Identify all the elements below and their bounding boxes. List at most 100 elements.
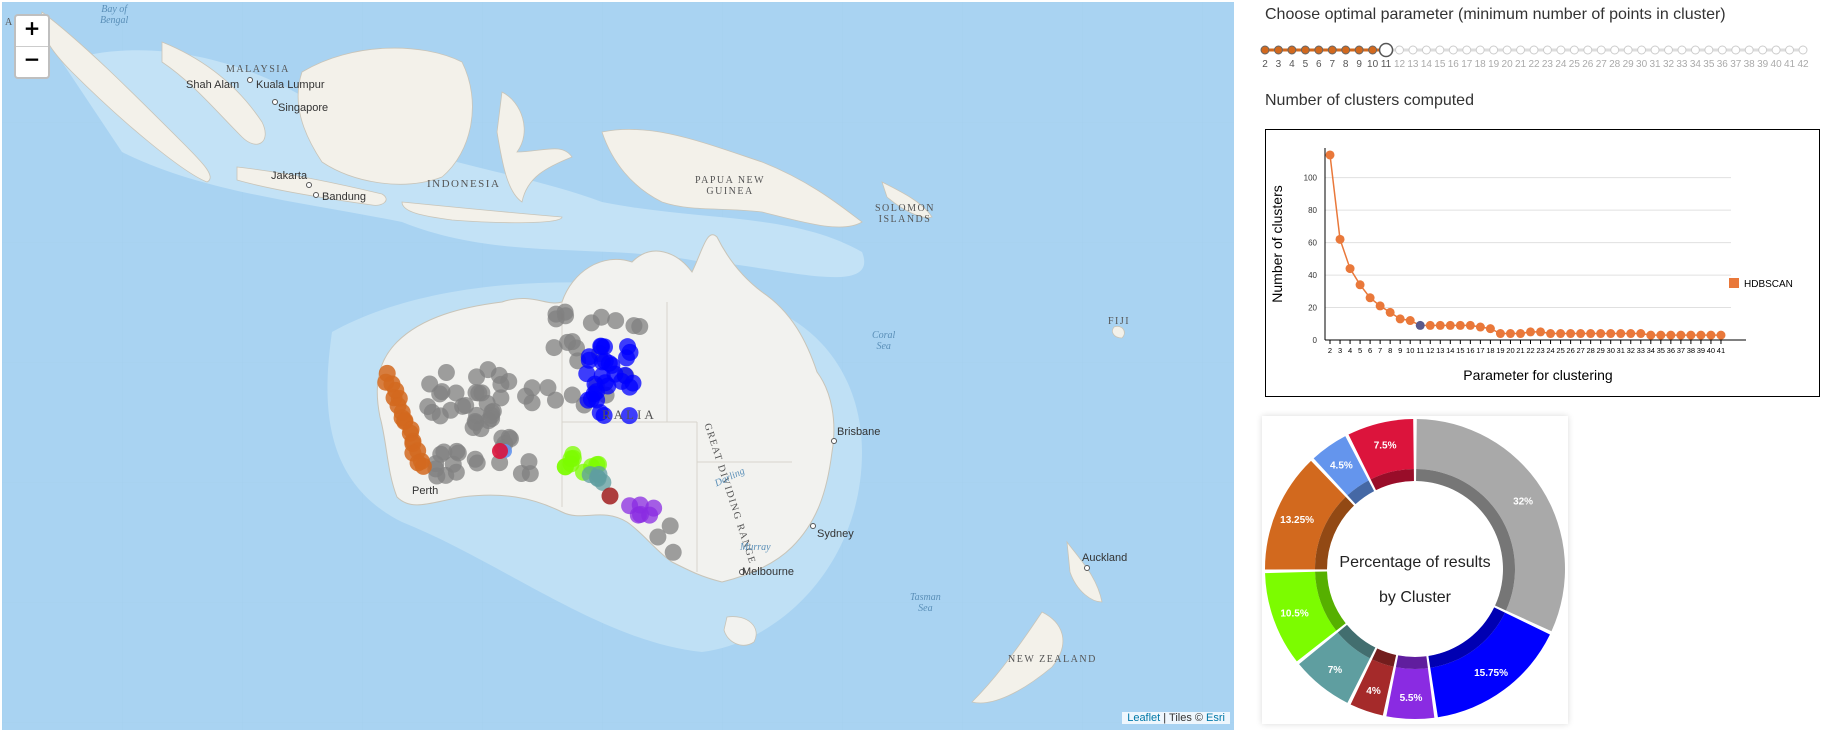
data-point[interactable] (1556, 329, 1566, 339)
data-point[interactable] (1646, 330, 1656, 340)
cluster-blue-point[interactable] (596, 338, 614, 356)
slider-tick[interactable] (1637, 45, 1647, 55)
noise-point[interactable] (483, 410, 501, 428)
data-point[interactable] (1345, 264, 1355, 274)
slider-tick[interactable] (1516, 45, 1526, 55)
slider-tick[interactable] (1462, 45, 1472, 55)
cluster-green-point[interactable] (564, 449, 582, 467)
slider-tick[interactable] (1408, 45, 1418, 55)
noise-point[interactable] (419, 398, 437, 416)
noise-point[interactable] (661, 517, 679, 535)
cluster-crimson-point[interactable] (492, 443, 508, 459)
slider-tick[interactable] (1448, 45, 1458, 55)
data-point[interactable] (1706, 330, 1716, 340)
noise-point[interactable] (468, 406, 486, 424)
slider-handle[interactable] (1378, 42, 1394, 58)
data-point[interactable] (1355, 280, 1365, 290)
slider-tick[interactable] (1300, 45, 1310, 55)
data-point[interactable] (1505, 329, 1515, 339)
noise-point[interactable] (442, 401, 460, 419)
data-point[interactable] (1656, 330, 1666, 340)
data-point[interactable] (1445, 320, 1455, 330)
data-point[interactable] (1475, 322, 1485, 332)
noise-point[interactable] (546, 391, 564, 409)
slider-tick[interactable] (1704, 45, 1714, 55)
data-point[interactable] (1395, 314, 1405, 324)
data-point[interactable] (1716, 330, 1726, 340)
data-point[interactable] (1405, 316, 1415, 326)
zoom-out-button[interactable]: − (16, 47, 48, 77)
slider-tick[interactable] (1327, 45, 1337, 55)
slider-tick[interactable] (1650, 45, 1660, 55)
cluster-blue-point[interactable] (619, 338, 637, 356)
slider-tick[interactable] (1798, 45, 1808, 55)
data-point[interactable] (1576, 329, 1586, 339)
noise-point[interactable] (520, 453, 538, 471)
data-point[interactable] (1365, 293, 1375, 303)
noise-point[interactable] (437, 364, 455, 382)
slider-tick[interactable] (1489, 45, 1499, 55)
parameter-slider[interactable]: 2 3 4 5 6 7 8 9 10 11 12 13 14 15 16 17 18 19 20 21 22 23 24 25… (1255, 38, 1827, 78)
noise-point[interactable] (547, 310, 565, 328)
zoom-in-button[interactable]: + (16, 16, 48, 47)
slider-tick[interactable] (1771, 45, 1781, 55)
data-point[interactable] (1616, 329, 1626, 339)
data-point[interactable] (1676, 330, 1686, 340)
map-view[interactable]: A Bay of Bengal MALAYSIA Shah Alam Kuala … (2, 2, 1234, 730)
slider-tick[interactable] (1785, 45, 1795, 55)
data-point[interactable] (1596, 329, 1606, 339)
cluster-teal-point[interactable] (590, 465, 608, 483)
noise-point[interactable] (432, 445, 450, 463)
slider-tick[interactable] (1368, 45, 1378, 55)
esri-link[interactable]: Esri (1206, 712, 1225, 724)
data-point[interactable] (1465, 320, 1475, 330)
data-point[interactable] (1606, 329, 1616, 339)
data-point[interactable] (1626, 329, 1636, 339)
slider-tick[interactable] (1744, 45, 1754, 55)
noise-point[interactable] (558, 333, 576, 351)
data-point[interactable] (1566, 329, 1576, 339)
slider-tick[interactable] (1475, 45, 1485, 55)
slider-tick[interactable] (1610, 45, 1620, 55)
slider-tick[interactable] (1260, 45, 1270, 55)
data-point[interactable] (1666, 330, 1676, 340)
slider-tick[interactable] (1435, 45, 1445, 55)
noise-point[interactable] (582, 314, 600, 332)
data-point[interactable] (1425, 320, 1435, 330)
noise-point[interactable] (625, 317, 643, 335)
noise-point[interactable] (479, 361, 497, 379)
data-point[interactable] (1335, 234, 1345, 244)
slider-tick[interactable] (1341, 45, 1351, 55)
slider-tick[interactable] (1596, 45, 1606, 55)
slider-tick[interactable] (1354, 45, 1364, 55)
data-point[interactable] (1325, 150, 1335, 160)
data-point[interactable] (1375, 301, 1385, 311)
noise-point[interactable] (500, 373, 518, 391)
noise-point[interactable] (664, 543, 682, 561)
slider-tick[interactable] (1569, 45, 1579, 55)
slider-tick[interactable] (1717, 45, 1727, 55)
slider-tick[interactable] (1421, 45, 1431, 55)
cluster-blue-point[interactable] (580, 351, 598, 369)
slider-tick[interactable] (1690, 45, 1700, 55)
slider-tick[interactable] (1758, 45, 1768, 55)
cluster-orange-point[interactable] (414, 457, 432, 475)
slider-tick[interactable] (1529, 45, 1539, 55)
cluster-blue-point[interactable] (616, 366, 634, 384)
data-point[interactable] (1546, 329, 1556, 339)
noise-point[interactable] (468, 454, 486, 472)
cluster-darkred-point[interactable] (601, 487, 619, 505)
slider-tick[interactable] (1287, 45, 1297, 55)
highlight-point[interactable] (1415, 320, 1425, 330)
noise-point[interactable] (470, 384, 488, 402)
data-point[interactable] (1636, 329, 1646, 339)
cluster-blue-point[interactable] (587, 383, 605, 401)
slider-tick[interactable] (1395, 45, 1404, 55)
slider-tick[interactable] (1677, 45, 1687, 55)
data-point[interactable] (1696, 330, 1706, 340)
data-point[interactable] (1586, 329, 1596, 339)
noise-point[interactable] (448, 442, 466, 460)
noise-point[interactable] (517, 387, 535, 405)
slider-tick[interactable] (1556, 45, 1566, 55)
slider-tick[interactable] (1623, 45, 1633, 55)
